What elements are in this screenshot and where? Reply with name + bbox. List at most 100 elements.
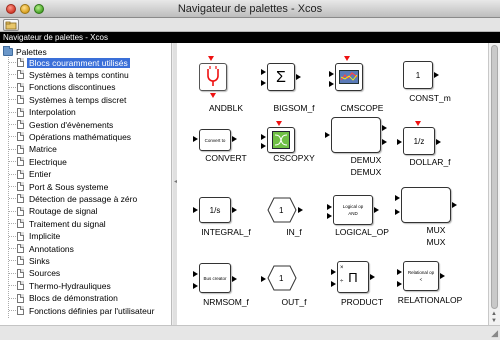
input-port: [261, 134, 266, 140]
event-input-port: [276, 121, 282, 126]
output-port: [374, 207, 379, 213]
document-icon: [17, 281, 24, 291]
block-const-m[interactable]: 1 CONST_m: [395, 53, 465, 123]
tree-connector: [9, 260, 16, 262]
window-title: Navigateur de palettes - Xcos: [177, 3, 323, 15]
tree-item[interactable]: Thermo-Hydrauliques: [9, 280, 113, 291]
tree-item[interactable]: Port & Sous systeme: [9, 181, 110, 192]
palette-header: Navigateur de palettes - Xcos: [0, 32, 500, 43]
tree-item-label: Entier: [29, 169, 52, 180]
multiply-sign-label: ×: [340, 265, 344, 271]
document-icon: [17, 194, 24, 204]
block-symbol: Π: [348, 269, 358, 285]
tree-connector: [9, 173, 16, 175]
tree-item[interactable]: Annotations: [9, 243, 76, 254]
tree-item[interactable]: Sources: [9, 268, 62, 279]
tree-item[interactable]: Gestion d'évènements: [9, 119, 115, 130]
block-label: DOLLAR_f: [409, 157, 451, 167]
toolbar: [0, 18, 500, 32]
xy-scope-icon: [267, 127, 295, 153]
tree-item-label: Fonctions définies par l'utilisateur: [29, 305, 155, 316]
input-port: [261, 69, 266, 75]
tree-item[interactable]: Traitement du signal: [9, 218, 108, 229]
block-mux[interactable]: MUX MUX: [395, 183, 465, 253]
scrollbar-thumb[interactable]: [491, 45, 498, 309]
tree-connector: [9, 223, 16, 225]
block-relationalop[interactable]: Relational op < RELATIONALOP: [395, 257, 465, 327]
tree-item[interactable]: Entier: [9, 169, 53, 180]
tree-item[interactable]: Fonctions discontinues: [9, 82, 117, 93]
block-label: RELATIONALOP: [397, 295, 463, 305]
block-cscopxy[interactable]: CSCOPXY: [259, 121, 329, 191]
input-port: [397, 139, 402, 145]
tree-item[interactable]: Systèmes à temps discret: [9, 94, 128, 105]
block-product[interactable]: Π × ÷ PRODUCT: [327, 257, 397, 327]
tree-item-label: Gestion d'évènements: [29, 119, 114, 130]
document-icon: [17, 144, 24, 154]
tree-item[interactable]: Blocs de démonstration: [9, 293, 120, 304]
input-port: [331, 269, 336, 275]
input-port: [327, 204, 332, 210]
logical-op-box: Logical op AND: [333, 195, 373, 225]
bus-creator-box: Bus creator: [199, 263, 231, 293]
tree-item-label: Matrice: [29, 144, 57, 155]
scroll-up-icon[interactable]: ▲: [491, 311, 497, 317]
mux-box: [401, 187, 451, 223]
input-port: [193, 283, 198, 289]
tree-item[interactable]: Routage de signal: [9, 206, 100, 217]
input-port: [261, 80, 266, 86]
tree-root[interactable]: Palettes: [3, 45, 47, 57]
block-logical-op[interactable]: Logical op AND LOGICAL_OP: [327, 191, 397, 261]
tree-item[interactable]: Interpolation: [9, 107, 78, 118]
block-label: CMSCOPE: [340, 103, 384, 113]
tree-connector: [9, 297, 16, 299]
block-integral-f[interactable]: 1/s INTEGRAL_f: [191, 191, 261, 261]
delay-box: 1/z: [403, 127, 435, 155]
input-port: [329, 71, 334, 77]
tree-item-label: Implicite: [29, 231, 61, 242]
block-palette: ANDBLK Σ BIGSOM_f CMSCOPE 1 CONST_m Conv…: [177, 43, 488, 325]
tree-root-label: Palettes: [16, 46, 47, 57]
divide-sign-label: ÷: [340, 279, 344, 285]
block-symbol: Logical op: [342, 204, 364, 209]
document-icon: [17, 120, 24, 129]
integrator-box: 1/s: [199, 197, 231, 223]
output-port: [232, 136, 237, 142]
block-symbol: Σ: [276, 68, 286, 86]
tree-item[interactable]: Electrique: [9, 156, 69, 167]
load-palette-button[interactable]: [3, 19, 19, 31]
block-dollar-f[interactable]: 1/z DOLLAR_f: [395, 121, 465, 191]
tree-item[interactable]: Opérations mathématiques: [9, 131, 133, 142]
block-label: MUX: [426, 237, 446, 247]
tree-connector: [9, 161, 16, 163]
input-port: [397, 281, 402, 287]
block-operator: AND: [348, 211, 358, 216]
block-out-f[interactable]: 1 OUT_f: [259, 257, 329, 327]
tree-item[interactable]: Systèmes à temps continu: [9, 69, 131, 80]
tree-item[interactable]: Blocs couramment utilisés: [9, 57, 130, 68]
output-port: [298, 207, 303, 213]
block-demux[interactable]: DEMUX DEMUX: [325, 113, 397, 183]
tree-item[interactable]: Sinks: [9, 255, 52, 266]
tree-item[interactable]: Détection de passage à zéro: [9, 193, 139, 204]
block-in-f[interactable]: 1 IN_f: [259, 191, 329, 261]
tree-item-label: Annotations: [29, 243, 74, 254]
and-gate-icon: [199, 63, 227, 91]
document-icon: [17, 70, 24, 80]
resize-grip-icon[interactable]: ◢: [491, 328, 498, 339]
input-port: [329, 81, 334, 87]
tree-connector: [9, 248, 16, 249]
tree-item[interactable]: Matrice: [9, 144, 59, 155]
document-icon: [17, 58, 24, 67]
input-port: [331, 281, 336, 287]
tree-item[interactable]: Fonctions définies par l'utilisateur: [9, 305, 156, 316]
tree-item-label: Sinks: [29, 255, 50, 266]
tree-item[interactable]: Implicite: [9, 231, 62, 242]
vertical-scrollbar[interactable]: ▲ ▼: [488, 43, 500, 325]
block-symbol: Bus creator: [203, 275, 227, 281]
scroll-down-icon[interactable]: ▼: [491, 318, 497, 324]
document-icon: [17, 244, 24, 253]
block-nrmsom-f[interactable]: Bus creator NRMSOM_f: [191, 257, 261, 327]
output-port: [232, 276, 237, 282]
document-icon: [17, 182, 24, 191]
